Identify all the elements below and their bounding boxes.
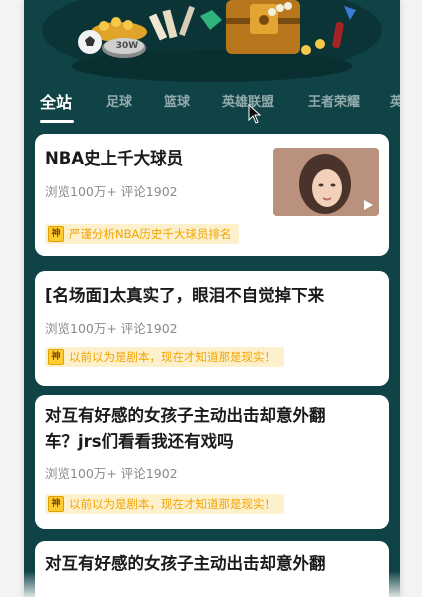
hot-comment-tag[interactable]: 神 以前以为是剧本，现在才知道那是现实！ bbox=[45, 347, 284, 367]
post-meta: 浏览100万+ 评论1902 bbox=[45, 466, 178, 481]
post-meta: 浏览100万+ 评论1902 bbox=[45, 184, 178, 199]
post-title[interactable]: NBA史上千大球员 bbox=[45, 146, 183, 172]
tab-honor-of-kings[interactable]: 王者荣耀 bbox=[308, 88, 360, 118]
active-tab-indicator bbox=[40, 120, 74, 123]
post-card[interactable]: [名场面]太真实了，眼泪不自觉掉下来 浏览100万+ 评论1902 神 以前以为… bbox=[35, 271, 389, 386]
post-meta: 浏览100万+ 评论1902 bbox=[45, 321, 178, 336]
category-tabs: 全站 足球 篮球 英雄联盟 王者荣耀 英 bbox=[24, 88, 400, 124]
hot-comment-tag[interactable]: 神 以前以为是剧本，现在才知道那是现实！ bbox=[45, 494, 284, 514]
tab-football[interactable]: 足球 bbox=[106, 88, 132, 118]
hot-comment-tag[interactable]: 神 严谨分析NBA历史千大球员排名 bbox=[45, 224, 240, 244]
god-comment-icon: 神 bbox=[48, 496, 64, 512]
hot-comment-text: 以前以为是剧本，现在才知道那是现实！ bbox=[69, 350, 276, 364]
mouse-cursor-icon bbox=[248, 104, 262, 124]
post-title-line-1[interactable]: 对互有好感的女孩子主动出击却意外翻 bbox=[45, 403, 326, 429]
hot-comment-text: 以前以为是剧本，现在才知道那是现实！ bbox=[69, 497, 276, 511]
phone-screen: 30W 全站 足球 篮球 英雄联盟 王者荣耀 英 NBA史上千大球员 浏览100… bbox=[24, 0, 400, 597]
post-card[interactable]: 对互有好感的女孩子主动出击却意外翻 车？jrs们看看我还有戏吗 浏览100万+ … bbox=[35, 395, 389, 529]
post-thumbnail[interactable] bbox=[273, 148, 379, 216]
hot-comment-text: 严谨分析NBA历史千大球员排名 bbox=[69, 227, 232, 241]
post-title[interactable]: [名场面]太真实了，眼泪不自觉掉下来 bbox=[45, 283, 324, 309]
god-comment-icon: 神 bbox=[48, 226, 64, 242]
treasure-illustration bbox=[24, 0, 400, 82]
post-title-line-2[interactable]: 车？jrs们看看我还有戏吗 bbox=[45, 429, 234, 455]
god-comment-icon: 神 bbox=[48, 349, 64, 365]
hero-banner[interactable]: 30W bbox=[24, 0, 400, 82]
bottom-fade bbox=[24, 571, 400, 597]
tab-more[interactable]: 英 bbox=[390, 88, 400, 118]
play-icon[interactable] bbox=[361, 198, 375, 212]
tab-basketball[interactable]: 篮球 bbox=[164, 88, 190, 118]
tab-all[interactable]: 全站 bbox=[40, 88, 72, 118]
hero-30w-badge: 30W bbox=[115, 41, 139, 51]
post-card[interactable]: NBA史上千大球员 浏览100万+ 评论1902 神 严谨分析NBA历史千大球员… bbox=[35, 134, 389, 256]
